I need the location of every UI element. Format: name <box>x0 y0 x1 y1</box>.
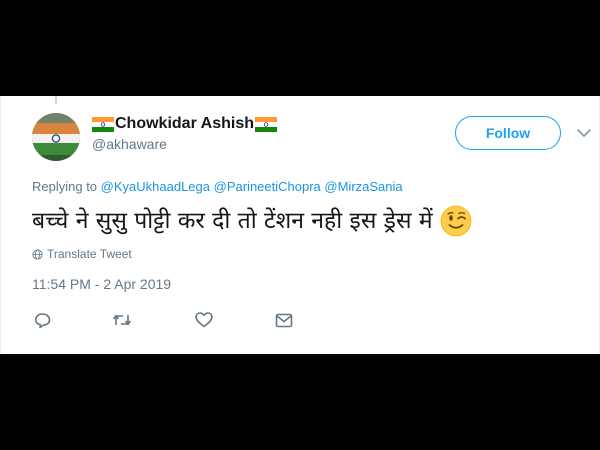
globe-icon <box>32 248 43 260</box>
author-name-row[interactable]: Chowkidar Ashish <box>92 114 277 134</box>
message-icon <box>275 313 293 327</box>
top-letterbox-band <box>0 0 600 96</box>
mention-link[interactable]: @MirzaSania <box>324 179 402 194</box>
avatar-india-flag-icon <box>32 113 80 161</box>
translate-tweet-link[interactable]: Translate Tweet <box>32 247 132 261</box>
replying-to-label: Replying to <box>32 179 98 194</box>
follow-button[interactable]: Follow <box>455 116 561 150</box>
tweet-timestamp[interactable]: 11:54 PM - 2 Apr 2019 <box>32 276 171 292</box>
retweet-icon <box>112 314 132 326</box>
avatar[interactable] <box>32 113 80 161</box>
tweet-card: Chowkidar Ashish @akhaware Follow Replyi… <box>0 96 600 354</box>
author-display-name[interactable]: Chowkidar Ashish <box>115 115 254 133</box>
reply-icon <box>35 312 51 328</box>
author-handle[interactable]: @akhaware <box>92 136 167 152</box>
flag-india-icon <box>254 116 277 132</box>
bottom-letterbox-band <box>0 354 600 450</box>
flag-india-icon <box>92 116 114 132</box>
winking-face-icon <box>440 205 472 237</box>
message-button[interactable] <box>274 311 294 329</box>
mention-link[interactable]: @ParineetiChopra <box>214 179 321 194</box>
retweet-button[interactable] <box>112 311 132 329</box>
replying-to-line: Replying to @KyaUkhaadLega @ParineetiCho… <box>32 179 403 194</box>
like-icon <box>195 312 213 328</box>
thread-connector <box>55 96 57 104</box>
translate-tweet-label[interactable]: Translate Tweet <box>47 247 132 261</box>
like-button[interactable] <box>194 311 214 329</box>
tweet-body: बच्चे ने सुसु पोट्टी कर दी तो टेंशन नही … <box>32 208 433 234</box>
chevron-down-icon[interactable] <box>577 128 591 138</box>
mention-link[interactable]: @KyaUkhaadLega <box>101 179 210 194</box>
tweet-text: बच्चे ने सुसु पोट्टी कर दी तो टेंशन नही … <box>32 205 572 237</box>
reply-button[interactable] <box>32 311 52 329</box>
